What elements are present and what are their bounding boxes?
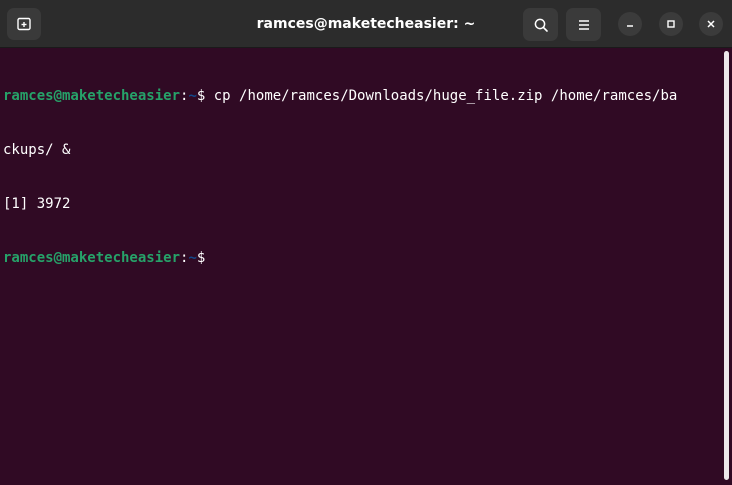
prompt-user: ramces@maketecheasier (3, 250, 181, 266)
job-output: [1] 3972 (3, 196, 71, 212)
search-button[interactable] (523, 8, 558, 41)
close-button[interactable] (699, 12, 723, 36)
title-bar[interactable]: ramces@maketecheasier: ~ (0, 0, 732, 48)
prompt-path: ~ (188, 88, 197, 104)
minimize-button[interactable] (618, 12, 642, 36)
new-tab-icon (17, 17, 31, 31)
main-menu-button[interactable] (566, 8, 601, 41)
command-line: ramces@maketecheasier:~$ cp /home/ramces… (3, 87, 721, 105)
maximize-button[interactable] (659, 12, 683, 36)
maximize-icon (667, 20, 675, 28)
prompt-symbol: $ (196, 250, 206, 266)
prompt-path: ~ (188, 250, 197, 266)
scrollbar[interactable] (724, 51, 729, 480)
search-icon (534, 18, 548, 32)
command-text: cp /home/ramces/Downloads/huge_file.zip … (205, 88, 678, 104)
hamburger-menu-icon (578, 19, 589, 30)
minimize-icon (627, 25, 633, 27)
current-prompt[interactable]: ramces@maketecheasier:~$ (3, 249, 721, 267)
new-tab-button[interactable] (7, 8, 41, 40)
command-line-wrap: ckups/ & (3, 141, 721, 159)
window-title: ramces@maketecheasier: ~ (256, 16, 476, 32)
terminal-window: ramces@maketecheasier: ~ ramces@maketech… (0, 0, 732, 485)
terminal-output[interactable]: ramces@maketecheasier:~$ cp /home/ramces… (3, 51, 721, 481)
prompt-user: ramces@maketecheasier (3, 88, 181, 104)
close-icon (707, 20, 715, 28)
command-text-continued: ckups/ & (3, 142, 71, 158)
